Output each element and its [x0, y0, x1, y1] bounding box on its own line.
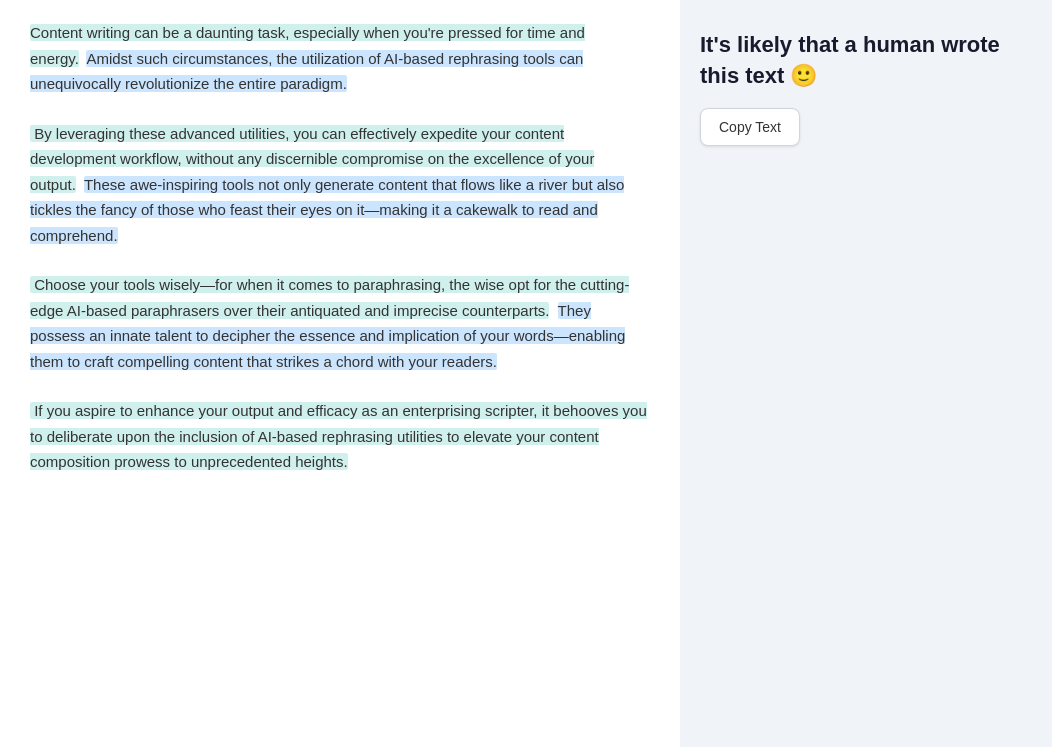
sidebar-panel: It's likely that a human wrote this text… [680, 0, 1052, 747]
text-segment: Choose your tools wisely—for when it com… [30, 276, 629, 319]
main-container: Content writing can be a daunting task, … [0, 0, 1052, 747]
copy-button[interactable]: Copy Text [700, 108, 800, 146]
paragraph-2: By leveraging these advanced utilities, … [30, 121, 650, 249]
text-panel: Content writing can be a daunting task, … [0, 0, 680, 747]
text-segment: These awe-inspiring tools not only gener… [30, 176, 624, 244]
text-segment: If you aspire to enhance your output and… [30, 402, 647, 470]
paragraph-1: Content writing can be a daunting task, … [30, 20, 650, 97]
paragraph-4: If you aspire to enhance your output and… [30, 398, 650, 475]
paragraph-3: Choose your tools wisely—for when it com… [30, 272, 650, 374]
text-segment: Amidst such circumstances, the utilizati… [30, 50, 583, 93]
result-label: It's likely that a human wrote this text… [700, 30, 1032, 92]
